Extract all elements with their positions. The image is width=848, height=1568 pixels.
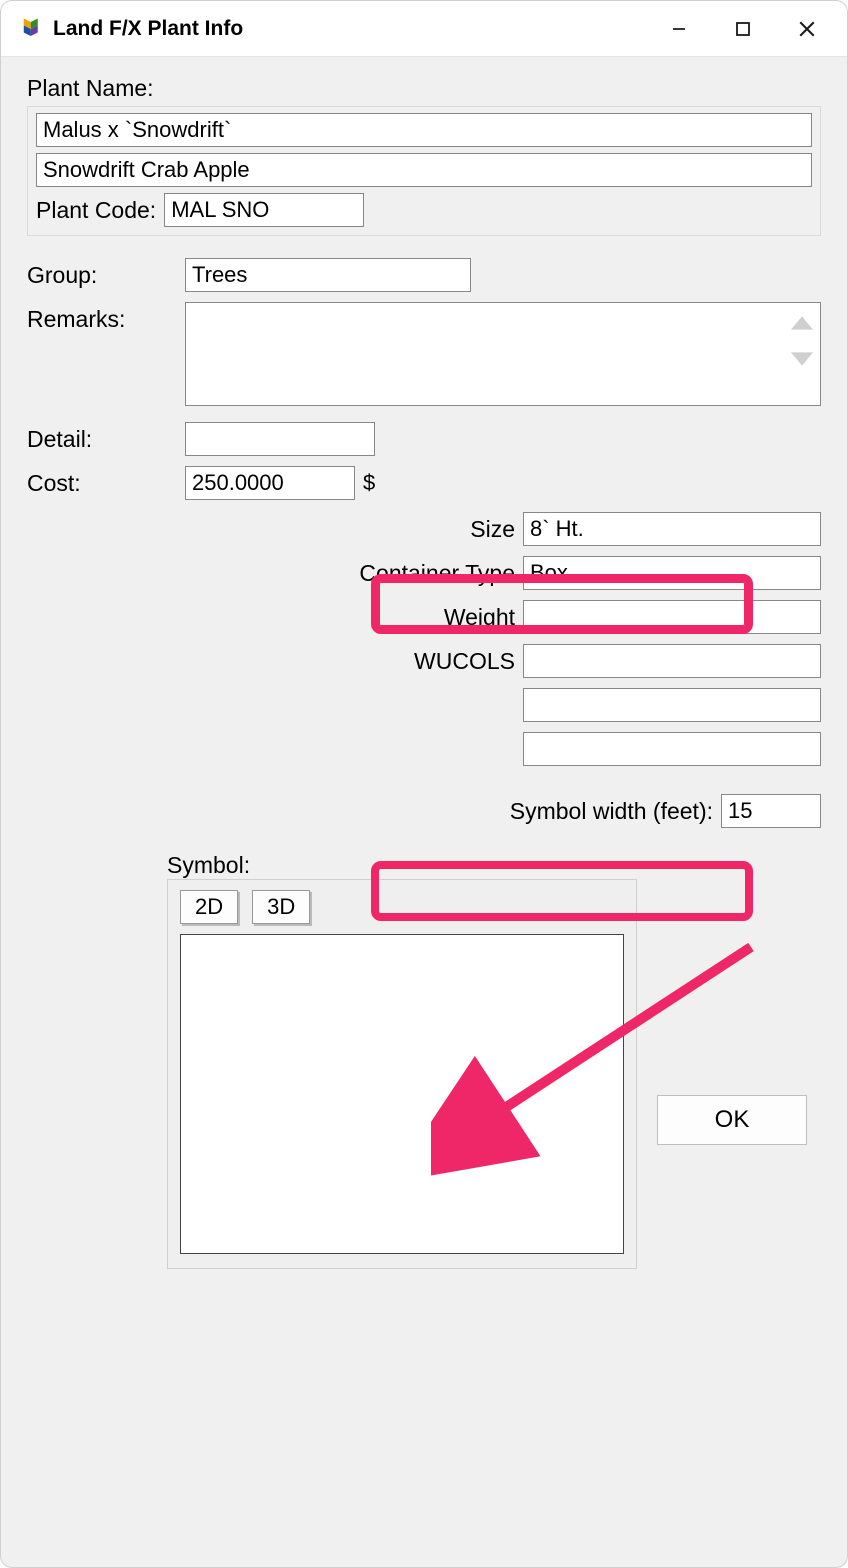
symbol-width-label: Symbol width (feet): [510,798,713,825]
plant-latin-name-field[interactable] [36,113,812,147]
symbol-width-field[interactable] [721,794,821,828]
remarks-scroll-icon [791,312,815,370]
extra-field-1[interactable] [523,688,821,722]
app-icon [15,15,43,43]
window-title: Land F/X Plant Info [53,17,243,41]
ok-button[interactable]: OK [657,1095,807,1145]
plant-code-label: Plant Code: [36,197,156,224]
symbol-tab-3d[interactable]: 3D [252,890,310,924]
remarks-field[interactable] [185,302,821,406]
group-label: Group: [27,258,179,292]
weight-label: Weight [27,600,523,634]
close-button[interactable] [775,1,839,57]
container-type-label: Container Type [27,556,523,590]
group-field[interactable] [185,258,471,292]
weight-field[interactable] [523,600,821,634]
titlebar: Land F/X Plant Info [1,1,847,57]
plant-name-label: Plant Name: [27,75,821,102]
wucols-label: WUCOLS [27,644,523,678]
symbol-preview-canvas[interactable] [180,934,624,1254]
symbol-frame: 2D 3D [167,879,637,1269]
plant-info-window: Land F/X Plant Info Plant Name: Plant Co… [0,0,848,1568]
cost-label: Cost: [27,466,179,500]
maximize-button[interactable] [711,1,775,57]
extra-field-2[interactable] [523,732,821,766]
size-field[interactable] [523,512,821,546]
container-type-field[interactable] [523,556,821,590]
plant-common-name-field[interactable] [36,153,812,187]
size-label: Size [27,512,523,546]
detail-label: Detail: [27,422,179,456]
cost-unit-label: $ [363,470,375,496]
remarks-label: Remarks: [27,302,179,412]
symbol-label: Symbol: [167,852,821,879]
detail-field[interactable] [185,422,375,456]
symbol-tab-2d[interactable]: 2D [180,890,238,924]
cost-field[interactable] [185,466,355,500]
minimize-button[interactable] [647,1,711,57]
wucols-field[interactable] [523,644,821,678]
plant-code-field[interactable] [164,193,364,227]
